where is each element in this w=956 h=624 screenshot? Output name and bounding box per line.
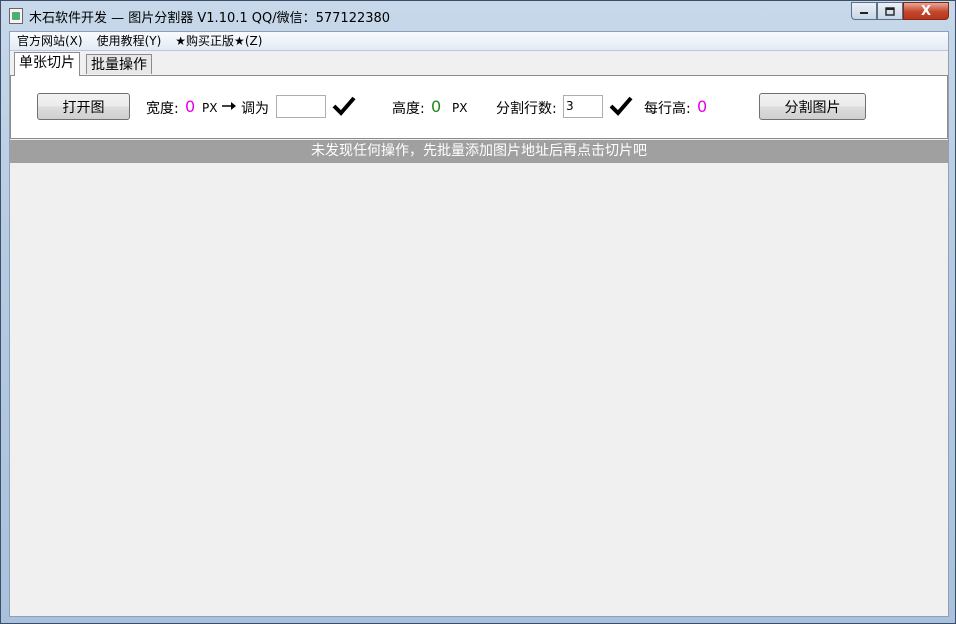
confirm-width-check-icon[interactable] [332, 96, 356, 116]
maximize-icon [885, 6, 895, 16]
adjust-label: 调为 [241, 101, 269, 117]
menu-bar: 官方网站(X) 使用教程(Y) ★购买正版★(Z) [10, 32, 948, 51]
rows-label: 分割行数: [496, 101, 557, 117]
app-icon [9, 8, 23, 24]
title-bar[interactable]: 木石软件开发 — 图片分割器 V1.10.1 QQ/微信：577122380 X [1, 1, 955, 31]
menu-buy[interactable]: ★购买正版★(Z) [168, 32, 269, 50]
window-controls: X [851, 2, 949, 21]
width-value: 0 [185, 97, 196, 116]
arrow-right-icon [222, 102, 236, 110]
close-button[interactable]: X [903, 2, 949, 20]
app-window: 木石软件开发 — 图片分割器 V1.10.1 QQ/微信：577122380 X… [0, 0, 956, 624]
close-icon: X [920, 3, 932, 19]
height-unit: PX [452, 101, 468, 115]
status-message: 未发现任何操作，先批量添加图片地址后再点击切片吧 [10, 140, 948, 163]
minimize-icon [860, 12, 868, 14]
content-area [10, 163, 948, 616]
width-label: 宽度: [146, 101, 179, 117]
height-value: 0 [431, 97, 442, 116]
adjust-width-input[interactable] [276, 95, 326, 118]
split-image-button[interactable]: 分割图片 [759, 93, 866, 120]
minimize-button[interactable] [851, 2, 877, 20]
row-height-value: 0 [697, 97, 708, 116]
menu-official-site[interactable]: 官方网站(X) [10, 32, 90, 50]
maximize-button[interactable] [877, 2, 903, 20]
single-slice-panel: 打开图 宽度: 0 PX 调为 高度: 0 PX 分割行数: 3 每行高: 0 [10, 75, 948, 139]
client-area: 官方网站(X) 使用教程(Y) ★购买正版★(Z) 单张切片 批量操作 打开图 … [9, 31, 949, 617]
rows-input[interactable]: 3 [563, 95, 603, 118]
open-image-button[interactable]: 打开图 [37, 93, 130, 120]
confirm-rows-check-icon[interactable] [609, 96, 633, 116]
menu-tutorial[interactable]: 使用教程(Y) [90, 32, 169, 50]
width-unit: PX [202, 101, 218, 115]
tab-single-slice[interactable]: 单张切片 [14, 52, 80, 76]
tab-batch[interactable]: 批量操作 [86, 54, 152, 74]
window-title: 木石软件开发 — 图片分割器 V1.10.1 QQ/微信：577122380 [29, 11, 391, 26]
row-height-label: 每行高: [644, 101, 691, 117]
height-label: 高度: [392, 101, 425, 117]
